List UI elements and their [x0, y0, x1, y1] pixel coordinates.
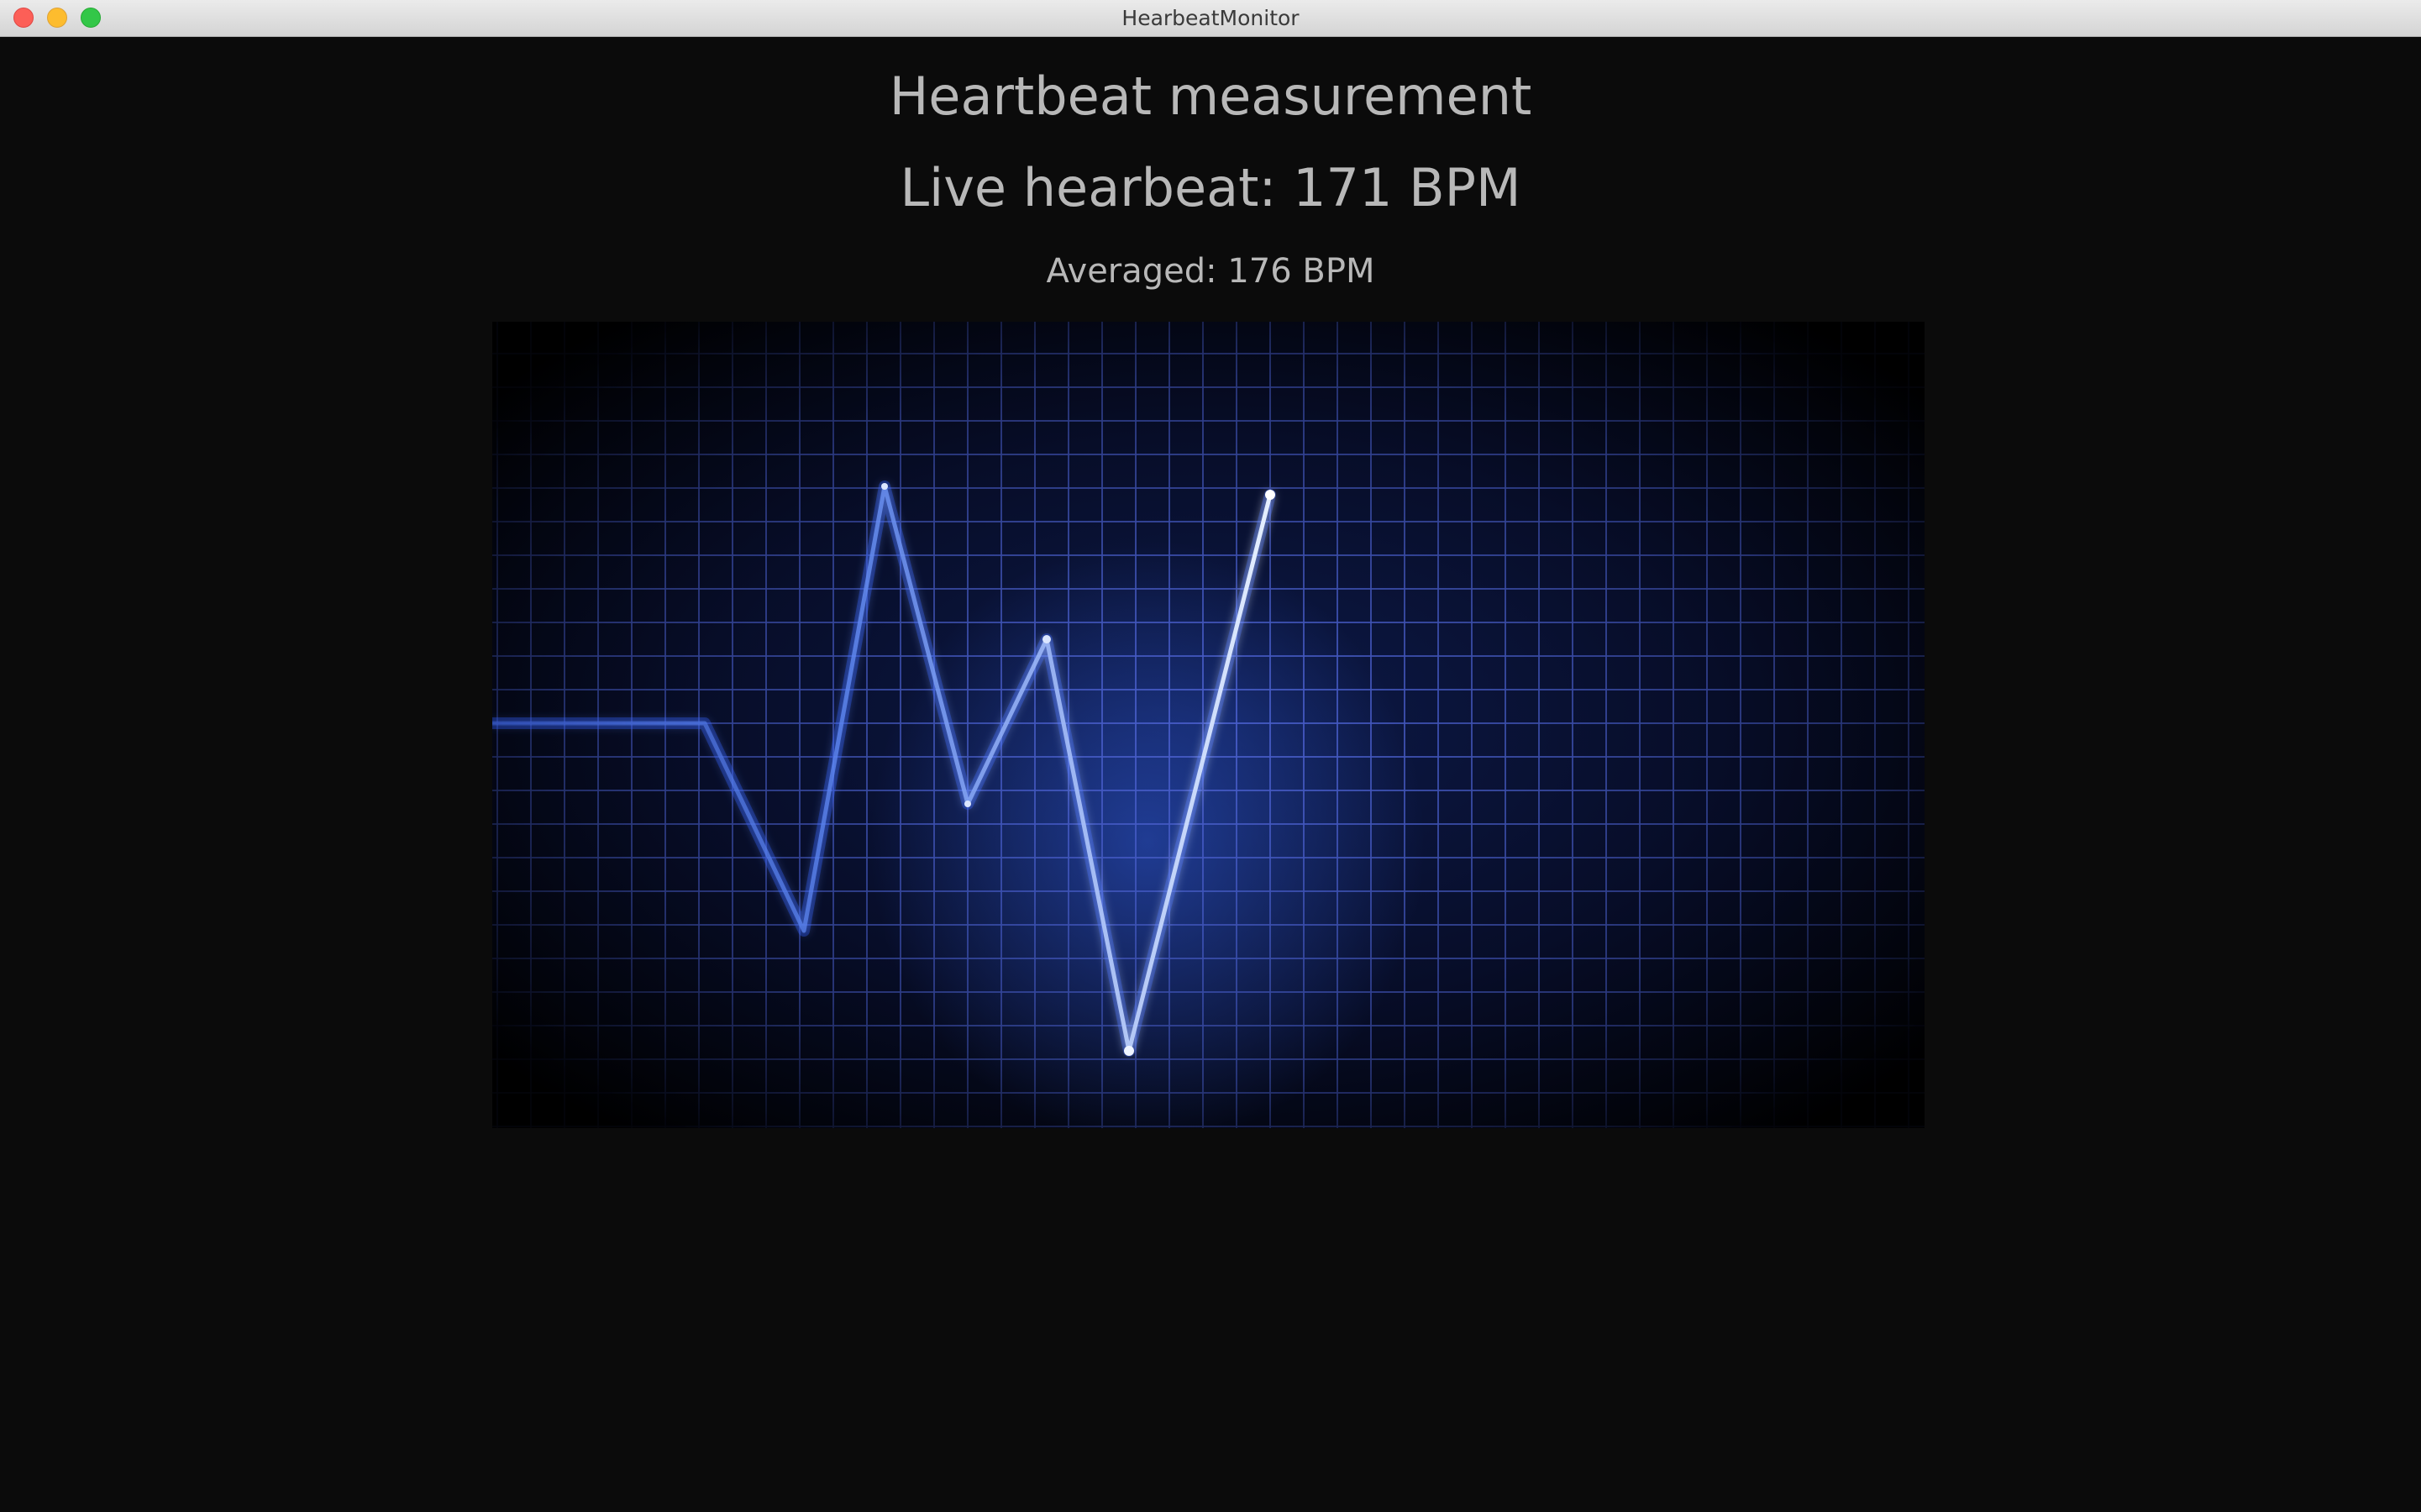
averaged-heartbeat-label: Averaged: 176 BPM [1046, 252, 1375, 291]
trace-peak-point [1042, 635, 1051, 643]
trace-peak-point [881, 483, 888, 490]
page-title: Heartbeat measurement [889, 66, 1532, 127]
heartbeat-monitor-canvas [492, 322, 1925, 1128]
trace-trough-point [1124, 1046, 1134, 1056]
app-window: HearbeatMonitor Heartbeat measurement Li… [0, 0, 2421, 1512]
heartbeat-graph [492, 322, 1925, 1128]
trace-trough-point [964, 801, 971, 807]
glow-spot [870, 540, 1425, 1128]
live-heartbeat-label: Live hearbeat: 171 BPM [900, 157, 1521, 218]
title-bar[interactable]: HearbeatMonitor [0, 0, 2421, 37]
window-title: HearbeatMonitor [1121, 6, 1300, 30]
main-content: Heartbeat measurement Live hearbeat: 171… [0, 37, 2421, 1512]
trace-head-point [1265, 490, 1275, 500]
